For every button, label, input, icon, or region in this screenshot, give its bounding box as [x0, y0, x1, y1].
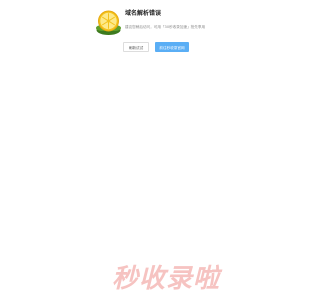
dns-error-card: 域名解析错误 建议您稍后访问，可用「30秒收录加速」抢先享用 刷新试试 前往秒收…	[95, 8, 215, 52]
visit-homepage-button[interactable]: 前往秒收录官网	[155, 42, 189, 52]
lemon-logo-icon	[96, 10, 121, 35]
error-title: 域名解析错误	[125, 10, 162, 17]
brand-watermark: 秒收录啦	[112, 264, 221, 294]
error-description: 建议您稍后访问，可用「30秒收录加速」抢先享用	[125, 25, 206, 29]
error-page: 域名解析错误 建议您稍后访问，可用「30秒收录加速」抢先享用 刷新试试 前往秒收…	[0, 0, 300, 300]
refresh-button[interactable]: 刷新试试	[123, 42, 149, 52]
